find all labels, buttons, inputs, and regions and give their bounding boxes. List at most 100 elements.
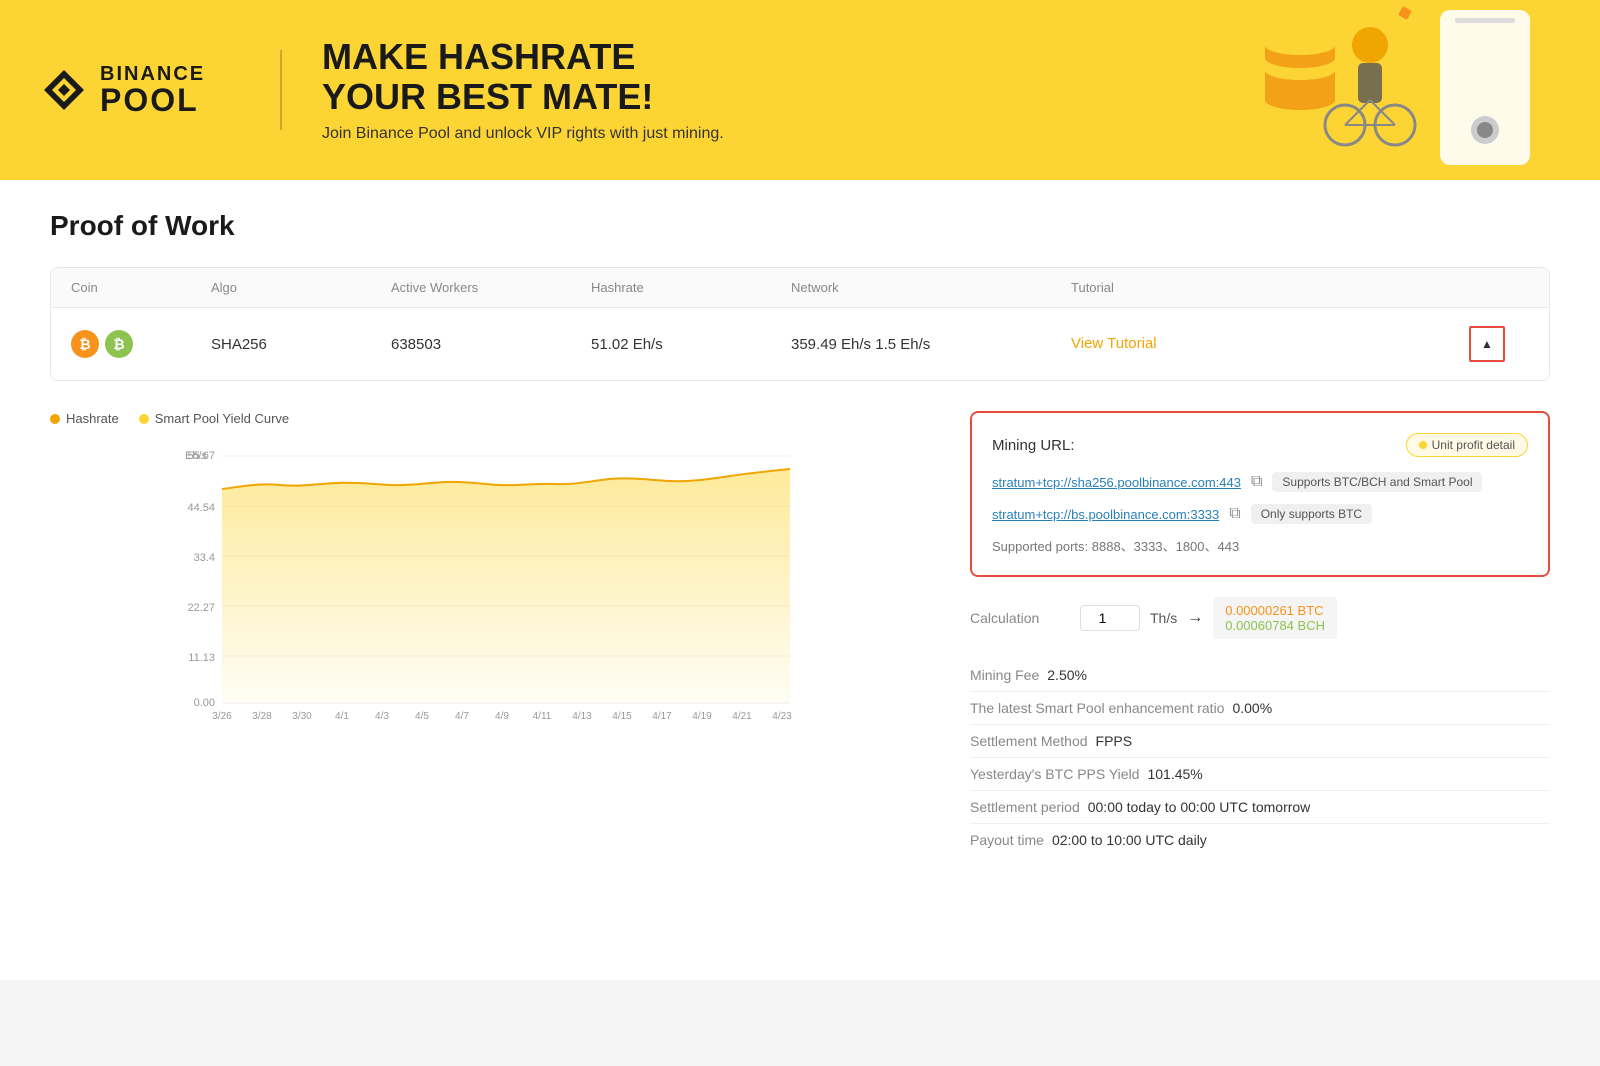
calc-unit: Th/s bbox=[1150, 610, 1177, 626]
banner-illustration bbox=[1100, 0, 1600, 180]
calc-result: 0.00000261 BTC 0.00060784 BCH bbox=[1213, 597, 1337, 639]
svg-text:3/30: 3/30 bbox=[292, 711, 312, 721]
network-cell: 359.49 Eh/s 1.5 Eh/s bbox=[791, 336, 1071, 353]
supported-ports-values: 8888、3333、1800、443 bbox=[1092, 539, 1239, 554]
chart-section: Hashrate Smart Pool Yield Curve 55.67 44… bbox=[50, 411, 1550, 856]
col-header-active-workers: Active Workers bbox=[391, 280, 591, 295]
btc-icon: ₿ bbox=[71, 330, 99, 358]
svg-text:22.27: 22.27 bbox=[187, 602, 215, 614]
svg-text:0.00: 0.00 bbox=[194, 697, 215, 709]
svg-text:4/1: 4/1 bbox=[335, 711, 349, 721]
svg-text:11.13: 11.13 bbox=[188, 652, 215, 664]
legend-hashrate: Hashrate bbox=[50, 411, 119, 426]
unit-profit-button[interactable]: Unit profit detail bbox=[1406, 433, 1528, 457]
mining-url-header: Mining URL: Unit profit detail bbox=[992, 433, 1528, 457]
url2-link[interactable]: stratum+tcp://bs.poolbinance.com:3333 bbox=[992, 507, 1219, 522]
active-workers-cell: 638503 bbox=[391, 336, 591, 353]
payout-time-label: Payout time bbox=[970, 832, 1044, 848]
calc-row: Calculation Th/s → 0.00000261 BTC 0.0006… bbox=[970, 597, 1550, 639]
unit-profit-label: Unit profit detail bbox=[1432, 438, 1515, 452]
chart-area-fill bbox=[222, 469, 790, 703]
svg-text:4/13: 4/13 bbox=[572, 711, 592, 721]
table-container: Coin Algo Active Workers Hashrate Networ… bbox=[50, 267, 1550, 381]
page-title: Proof of Work bbox=[50, 210, 1550, 242]
unit-profit-dot-icon bbox=[1419, 441, 1427, 449]
url-row-1: stratum+tcp://sha256.poolbinance.com:443… bbox=[992, 472, 1528, 492]
col-header-expand bbox=[1469, 280, 1529, 295]
right-panel: Mining URL: Unit profit detail stratum+t… bbox=[970, 411, 1550, 856]
svg-text:3/28: 3/28 bbox=[252, 711, 272, 721]
chart-legend: Hashrate Smart Pool Yield Curve bbox=[50, 411, 930, 426]
smart-pool-label: The latest Smart Pool enhancement ratio bbox=[970, 700, 1224, 716]
payout-time-value: 02:00 to 10:00 UTC daily bbox=[1052, 832, 1207, 848]
url1-link[interactable]: stratum+tcp://sha256.poolbinance.com:443 bbox=[992, 475, 1241, 490]
calc-bch-value: 0.00060784 bbox=[1225, 618, 1294, 633]
settlement-method-label: Settlement Method bbox=[970, 733, 1088, 749]
info-row-smart-pool: The latest Smart Pool enhancement ratio … bbox=[970, 692, 1550, 725]
binance-label: BINANCE bbox=[100, 64, 205, 84]
banner-divider bbox=[280, 50, 282, 130]
url2-badge: Only supports BTC bbox=[1251, 504, 1372, 524]
col-header-network: Network bbox=[791, 280, 1071, 295]
col-header-tutorial: Tutorial bbox=[1071, 280, 1469, 295]
expand-cell: ▲ bbox=[1469, 326, 1529, 362]
svg-text:3/26: 3/26 bbox=[212, 711, 232, 721]
main-content: Proof of Work Coin Algo Active Workers H… bbox=[0, 180, 1600, 980]
settlement-period-label: Settlement period bbox=[970, 799, 1080, 815]
settlement-period-value: 00:00 today to 00:00 UTC tomorrow bbox=[1088, 799, 1311, 815]
calc-btc-label: BTC bbox=[1298, 603, 1324, 618]
svg-text:4/3: 4/3 bbox=[375, 711, 389, 721]
calc-arrow-icon: → bbox=[1187, 609, 1203, 627]
svg-text:Eh/s: Eh/s bbox=[185, 450, 208, 462]
url1-badge: Supports BTC/BCH and Smart Pool bbox=[1272, 472, 1482, 492]
svg-text:4/7: 4/7 bbox=[455, 711, 469, 721]
settlement-method-value: FPPS bbox=[1096, 733, 1133, 749]
calc-input[interactable] bbox=[1080, 605, 1140, 631]
svg-text:33.4: 33.4 bbox=[194, 552, 215, 564]
svg-text:4/9: 4/9 bbox=[495, 711, 509, 721]
svg-text:4/17: 4/17 bbox=[652, 711, 672, 721]
mining-fee-label: Mining Fee bbox=[970, 667, 1039, 683]
mining-url-title: Mining URL: bbox=[992, 437, 1075, 454]
bch-icon: ₿ bbox=[105, 330, 133, 358]
btc-pps-label: Yesterday's BTC PPS Yield bbox=[970, 766, 1139, 782]
view-tutorial-link[interactable]: View Tutorial bbox=[1071, 335, 1157, 352]
svg-text:4/21: 4/21 bbox=[732, 711, 752, 721]
svg-text:4/23: 4/23 bbox=[772, 711, 792, 721]
tutorial-cell: View Tutorial bbox=[1071, 335, 1469, 353]
smart-pool-value: 0.00% bbox=[1232, 700, 1272, 716]
hashrate-legend-label: Hashrate bbox=[66, 411, 119, 426]
col-header-hashrate: Hashrate bbox=[591, 280, 791, 295]
chevron-up-icon: ▲ bbox=[1481, 337, 1493, 351]
chart-area: 55.67 44.54 33.4 22.27 11.13 0.00 Eh/s bbox=[50, 441, 930, 721]
info-row-settlement-period: Settlement period 00:00 today to 00:00 U… bbox=[970, 791, 1550, 824]
url-row-2: stratum+tcp://bs.poolbinance.com:3333 ⧉ … bbox=[992, 504, 1528, 524]
svg-text:4/11: 4/11 bbox=[533, 711, 552, 721]
copy-icon-1[interactable]: ⧉ bbox=[1251, 473, 1262, 491]
pool-label: POOL bbox=[100, 84, 205, 116]
binance-logo-icon bbox=[40, 66, 88, 114]
info-row-btc-pps: Yesterday's BTC PPS Yield 101.45% bbox=[970, 758, 1550, 791]
info-row-settlement-method: Settlement Method FPPS bbox=[970, 725, 1550, 758]
calc-btc-value: 0.00000261 bbox=[1225, 603, 1294, 618]
col-header-algo: Algo bbox=[211, 280, 391, 295]
table-row: ₿ ₿ SHA256 638503 51.02 Eh/s 359.49 Eh/s… bbox=[51, 308, 1549, 380]
logo-text: BINANCE POOL bbox=[100, 64, 205, 116]
mining-fee-value: 2.50% bbox=[1047, 667, 1087, 683]
expand-button[interactable]: ▲ bbox=[1469, 326, 1505, 362]
supported-ports-label: Supported ports: bbox=[992, 539, 1088, 554]
calculation-section: Calculation Th/s → 0.00000261 BTC 0.0006… bbox=[970, 597, 1550, 639]
illustration-svg bbox=[1100, 0, 1600, 180]
chart-svg: 55.67 44.54 33.4 22.27 11.13 0.00 Eh/s bbox=[50, 441, 930, 721]
supported-ports: Supported ports: 8888、3333、1800、443 bbox=[992, 536, 1528, 555]
chart-container: Hashrate Smart Pool Yield Curve 55.67 44… bbox=[50, 411, 930, 856]
info-row-payout-time: Payout time 02:00 to 10:00 UTC daily bbox=[970, 824, 1550, 856]
info-section: Mining Fee 2.50% The latest Smart Pool e… bbox=[970, 659, 1550, 856]
hashrate-legend-dot bbox=[50, 414, 60, 424]
svg-text:4/5: 4/5 bbox=[415, 711, 429, 721]
info-row-mining-fee: Mining Fee 2.50% bbox=[970, 659, 1550, 692]
coin-icons: ₿ ₿ bbox=[71, 330, 211, 358]
algo-cell: SHA256 bbox=[211, 336, 391, 353]
copy-icon-2[interactable]: ⧉ bbox=[1229, 505, 1240, 523]
table-header: Coin Algo Active Workers Hashrate Networ… bbox=[51, 268, 1549, 308]
